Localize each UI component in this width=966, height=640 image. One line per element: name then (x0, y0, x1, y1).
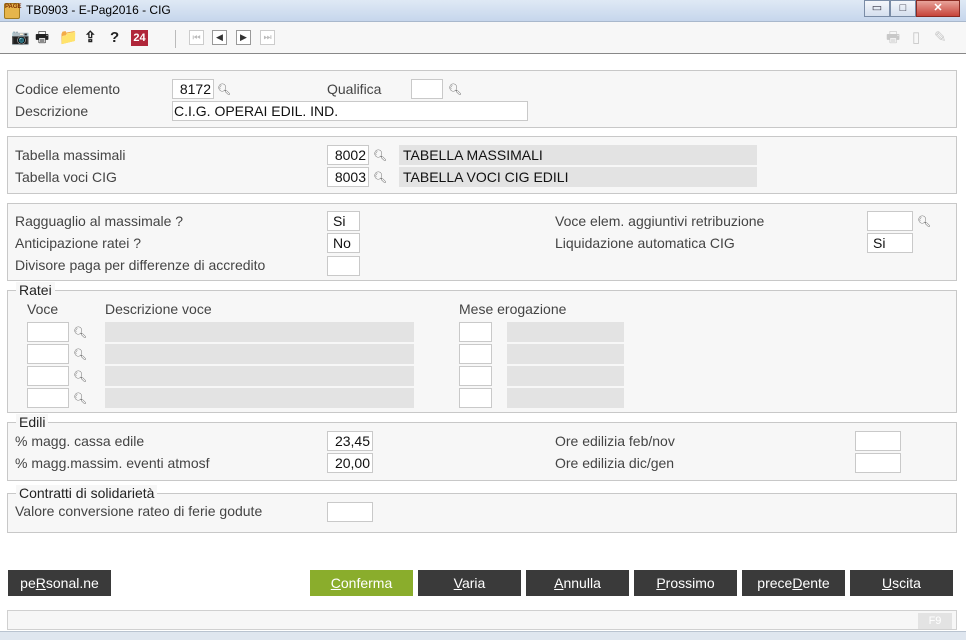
camera-icon[interactable]: 📷 (11, 30, 30, 46)
ragguaglio-field[interactable]: Si (327, 211, 360, 231)
app-icon: PAGE (4, 3, 22, 19)
export-icon[interactable]: ⇪ (84, 30, 97, 46)
ratei-mese-desc-field (507, 322, 624, 342)
help-icon[interactable]: ? (110, 30, 119, 46)
divisore-field[interactable] (327, 256, 360, 276)
codice-lookup-icon[interactable]: 🔍︎ (217, 84, 231, 96)
ore-dic-gen-field[interactable] (855, 453, 901, 473)
ratei-voce-field[interactable] (27, 366, 69, 386)
ratei-voce-lookup-icon[interactable]: 🔍︎ (73, 371, 87, 383)
folder-icon[interactable]: 📁 (59, 30, 78, 46)
prossimo-button[interactable]: Prossimo (634, 570, 737, 596)
personal-button[interactable]: peRsonal.ne (8, 570, 111, 596)
toolbar-separator (175, 30, 176, 48)
ratei-mese-desc-field (507, 388, 624, 408)
f9-key-badge[interactable]: F9 (918, 613, 952, 629)
liquidazione-label: Liquidazione automatica CIG (555, 235, 735, 251)
voci-label: Tabella voci CIG (15, 169, 117, 185)
title-bar: PAGE TB0903 - E-Pag2016 - CIG ▭ □ ✕ (0, 0, 966, 22)
qualifica-lookup-icon[interactable]: 🔍︎ (448, 84, 462, 96)
ratei-voce-lookup-icon[interactable]: 🔍︎ (73, 349, 87, 361)
ratei-voce-field[interactable] (27, 344, 69, 364)
massimali-code-field[interactable]: 8002 (327, 145, 369, 165)
window-controls: ▭ □ ✕ (864, 0, 960, 18)
calendar-icon[interactable]: 24 (131, 30, 148, 46)
ratei-mese-desc-field (507, 344, 624, 364)
massimali-lookup-icon[interactable]: 🔍︎ (373, 150, 387, 162)
nav-last-icon[interactable]: ⏭ (260, 30, 275, 45)
minimize-button[interactable]: ▭ (864, 0, 890, 17)
contratti-title: Contratti di solidarietà (16, 485, 158, 501)
window-title: TB0903 - E-Pag2016 - CIG (26, 3, 171, 17)
cassa-edile-label: % magg. cassa edile (15, 433, 145, 449)
ratei-descrizione-field (105, 366, 414, 386)
ratei-mese-field[interactable] (459, 344, 492, 364)
ratei-col-mese: Mese erogazione (459, 301, 567, 317)
voce-elem-field[interactable] (867, 211, 913, 231)
ratei-voce-field[interactable] (27, 388, 69, 408)
ratei-col-descrizione: Descrizione voce (105, 301, 212, 317)
nav-first-icon[interactable]: ⏮ (189, 30, 204, 45)
ratei-descrizione-field (105, 322, 414, 342)
voci-code-field[interactable]: 8003 (327, 167, 369, 187)
qualifica-field[interactable] (411, 79, 443, 99)
codice-field[interactable]: 8172 (172, 79, 214, 99)
maximize-button[interactable]: □ (890, 0, 916, 17)
annulla-button[interactable]: Annulla (526, 570, 629, 596)
descrizione-label: Descrizione (15, 103, 89, 119)
ratei-voce-field[interactable] (27, 322, 69, 342)
divisore-label: Divisore paga per differenze di accredit… (15, 257, 266, 273)
ratei-voce-lookup-icon[interactable]: 🔍︎ (73, 327, 87, 339)
voce-elem-label: Voce elem. aggiuntivi retribuzione (555, 213, 765, 229)
ratei-mese-field[interactable] (459, 322, 492, 342)
ratei-title: Ratei (16, 282, 55, 298)
descrizione-field[interactable]: C.I.G. OPERAI EDIL. IND. (172, 101, 528, 121)
ragguaglio-label: Ragguaglio al massimale ? (15, 213, 184, 229)
print-disabled-icon[interactable]: 🖶 (886, 30, 900, 46)
precedente-button[interactable]: preceDente (742, 570, 845, 596)
massim-eventi-field[interactable]: 20,00 (327, 453, 373, 473)
print-icon[interactable]: 🖶 (35, 30, 49, 46)
valore-conversione-label: Valore conversione rateo di ferie godute (15, 503, 263, 519)
nav-prev-icon[interactable]: ◀ (212, 30, 227, 45)
valore-conversione-field[interactable] (327, 502, 373, 522)
document-disabled-icon[interactable]: ▯ (912, 30, 920, 46)
edili-panel (7, 422, 957, 481)
massimali-desc-field: TABELLA MASSIMALI (399, 145, 757, 165)
codice-label: Codice elemento (15, 81, 121, 97)
ratei-mese-field[interactable] (459, 388, 492, 408)
uscita-button[interactable]: Uscita (850, 570, 953, 596)
window-bottom-border (0, 631, 966, 640)
toolbar: 📷 🖶 📁 ⇪ ? 24 ⏮ ◀ ▶ ⏭ 🖶 ▯ ✎ (0, 22, 966, 54)
close-button[interactable]: ✕ (916, 0, 960, 17)
edili-title: Edili (16, 414, 49, 430)
ratei-descrizione-field (105, 388, 414, 408)
cassa-edile-field[interactable]: 23,45 (327, 431, 373, 451)
ratei-col-voce: Voce (27, 301, 59, 317)
status-bar: F9 (7, 610, 957, 630)
conferma-button[interactable]: Conferma (310, 570, 413, 596)
voce-elem-lookup-icon[interactable]: 🔍︎ (917, 216, 931, 228)
ore-feb-nov-field[interactable] (855, 431, 901, 451)
ore-feb-nov-label: Ore edilizia feb/nov (555, 433, 675, 449)
ratei-voce-lookup-icon[interactable]: 🔍︎ (73, 393, 87, 405)
ratei-mese-desc-field (507, 366, 624, 386)
nav-next-icon[interactable]: ▶ (236, 30, 251, 45)
voci-lookup-icon[interactable]: 🔍︎ (373, 172, 387, 184)
edit-disabled-icon[interactable]: ✎ (934, 30, 947, 46)
massimali-label: Tabella massimali (15, 147, 126, 163)
anticipazione-field[interactable]: No (327, 233, 360, 253)
anticipazione-label: Anticipazione ratei ? (15, 235, 142, 251)
ratei-descrizione-field (105, 344, 414, 364)
ore-dic-gen-label: Ore edilizia dic/gen (555, 455, 675, 471)
liquidazione-field[interactable]: Si (867, 233, 913, 253)
varia-button[interactable]: Varia (418, 570, 521, 596)
massim-eventi-label: % magg.massim. eventi atmosf (15, 455, 210, 471)
ratei-mese-field[interactable] (459, 366, 492, 386)
voci-desc-field: TABELLA VOCI CIG EDILI (399, 167, 757, 187)
qualifica-label: Qualifica (327, 81, 382, 97)
